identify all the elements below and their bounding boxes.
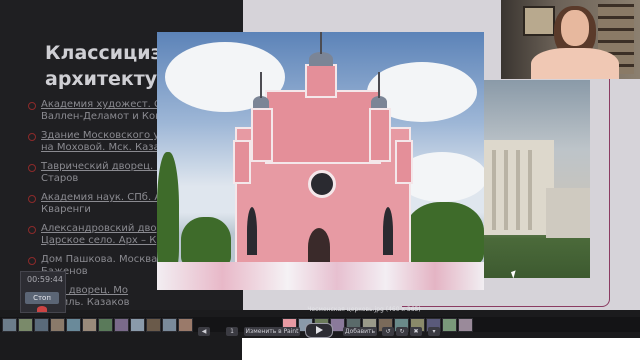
presenter-face (561, 10, 589, 46)
filmstrip-thumb[interactable] (82, 318, 97, 332)
filmstrip-thumb[interactable] (130, 318, 145, 332)
presenter (531, 48, 619, 79)
tree (157, 152, 179, 272)
bullet-link[interactable]: Таврический дворец. С (41, 161, 163, 172)
tree (181, 217, 231, 267)
delete-button[interactable]: ✖ (410, 327, 422, 336)
column (516, 150, 520, 230)
filmstrip-thumb[interactable] (114, 318, 129, 332)
tree (405, 202, 484, 267)
bullet-text: Старов (41, 173, 79, 184)
recorder-panel: 00:59:44 Стоп (20, 271, 66, 313)
palace-wing (546, 188, 590, 238)
round-window (308, 170, 336, 198)
recording-timer: 00:59:44 (27, 275, 63, 284)
play-button[interactable] (305, 323, 333, 338)
window (247, 207, 257, 255)
filmstrip-thumb[interactable] (98, 318, 113, 332)
spire (260, 72, 262, 98)
rotate-right-button[interactable]: ↻ (396, 327, 408, 336)
spire (378, 72, 380, 98)
window (383, 207, 393, 255)
filmstrip-thumb[interactable] (442, 318, 457, 332)
column (492, 150, 496, 230)
filmstrip-thumb[interactable] (458, 318, 473, 332)
church-photo-viewer[interactable] (157, 32, 484, 290)
bullet-text: Дом Пашкова. Москва (41, 254, 158, 265)
image-counter: 1 (226, 327, 238, 336)
stop-button[interactable]: Стоп (25, 292, 59, 304)
right-tower (369, 108, 391, 162)
bullet-text: Валлен-Деламот и Кок (41, 111, 162, 122)
bullet-link[interactable]: Здание Московского у (41, 130, 159, 141)
bullet-link[interactable]: Академия наук. СПб. А (41, 192, 161, 203)
church-upper (265, 90, 381, 164)
edit-in-paint-button[interactable]: Изменить в Paint (244, 327, 300, 336)
filmstrip-thumb[interactable] (34, 318, 49, 332)
filmstrip-thumb[interactable] (18, 318, 33, 332)
rotate-left-button[interactable]: ↺ (382, 327, 394, 336)
list-item: Александровский двор Царское село. Арх –… (28, 223, 166, 247)
record-indicator-icon (37, 306, 47, 312)
filmstrip-thumb[interactable] (146, 318, 161, 332)
filmstrip-thumb[interactable] (162, 318, 177, 332)
corner-tower (233, 140, 251, 184)
central-dome (309, 52, 333, 66)
filmstrip-thumb[interactable] (178, 318, 193, 332)
column (504, 150, 508, 230)
prev-button[interactable]: ◀ (198, 327, 210, 336)
bullet-text: Кваренги (41, 204, 91, 215)
filmstrip-thumb[interactable] (50, 318, 65, 332)
slide-title: Классициз архитекту (45, 42, 162, 90)
status-strip (242, 338, 640, 360)
play-icon (316, 326, 323, 334)
list-item: Здание Московского у на Моховой. Мск. Ка… (28, 130, 166, 154)
tulip-field (157, 262, 484, 290)
wall-picture (523, 6, 555, 36)
bullet-link[interactable]: на Моховой. Мск. Казак (41, 142, 166, 153)
filmstrip-thumb[interactable] (2, 318, 17, 332)
image-caption: Чесменская церковь.jpg (460 x 365) (307, 306, 421, 313)
more-button[interactable]: ▾ (428, 327, 440, 336)
central-tower (305, 64, 337, 98)
palace-photo (484, 80, 590, 278)
column (528, 150, 532, 230)
corner-tower (395, 140, 413, 184)
bullet-link[interactable]: Академия художест. С (41, 99, 161, 110)
list-item: Академия художест. С Валлен-Деламот и Ко… (28, 99, 166, 123)
bullet-link[interactable]: Александровский двор (41, 223, 163, 234)
webcam-overlay (501, 0, 640, 79)
left-tower (251, 108, 273, 162)
list-item: Академия наук. СПб. А Кваренги (28, 192, 166, 216)
filmstrip-thumb[interactable] (66, 318, 81, 332)
add-button[interactable]: Добавить (343, 327, 377, 336)
list-item: Таврический дворец. С Старов (28, 161, 166, 185)
spire (320, 32, 322, 54)
bullet-link[interactable]: Царское село. Арх – К (41, 235, 156, 246)
church-door (308, 228, 330, 266)
